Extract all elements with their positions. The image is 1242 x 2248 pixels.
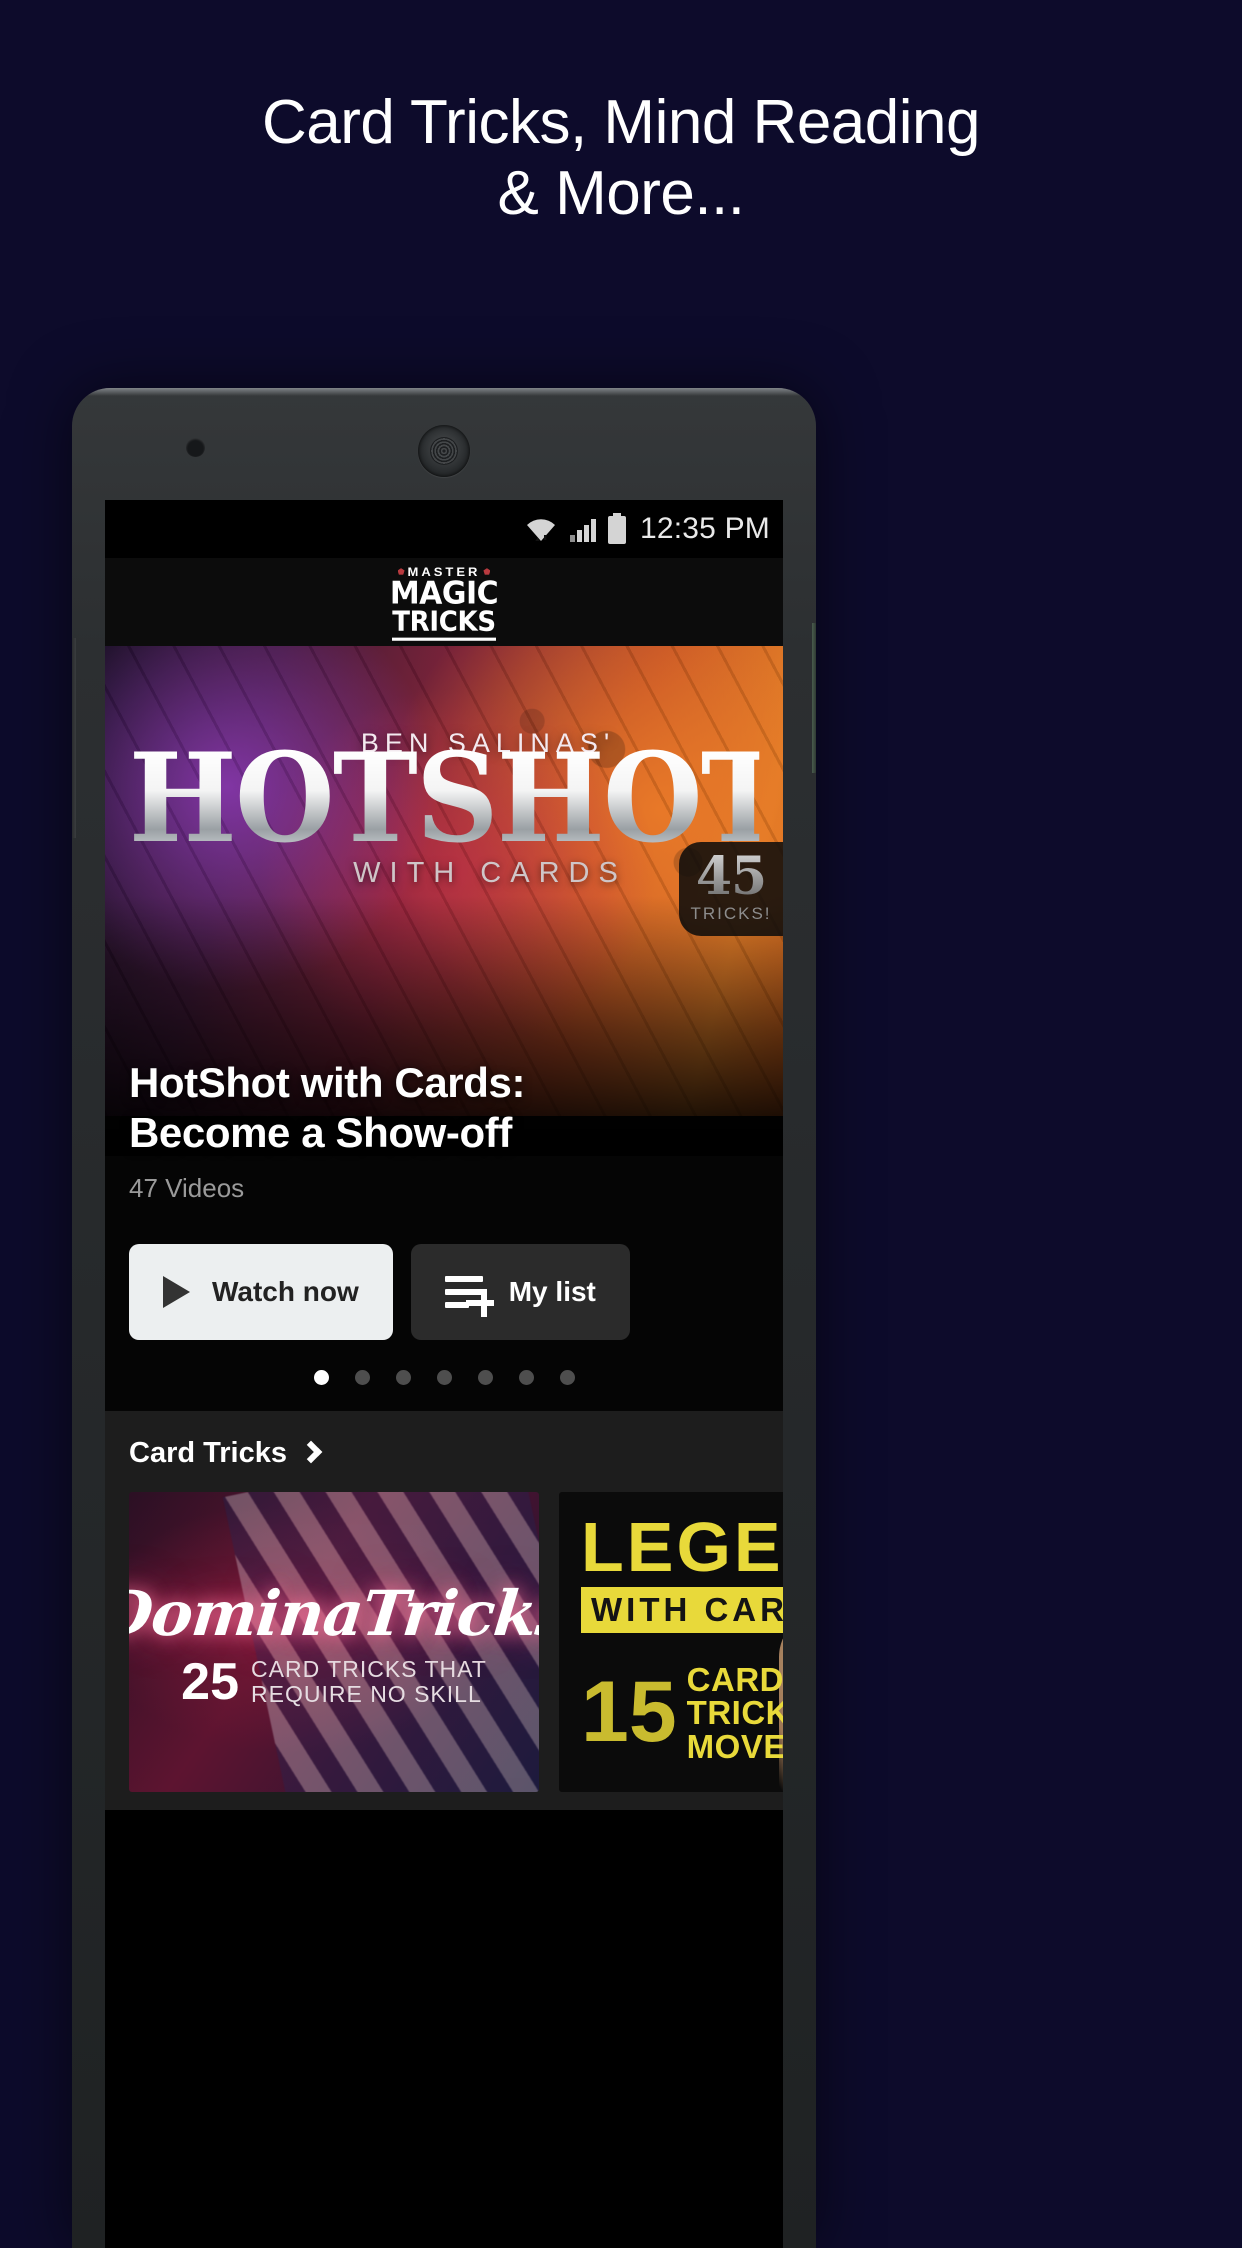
- hero-action-buttons: Watch now My list: [129, 1244, 759, 1341]
- promo-headline-line1: Card Tricks, Mind Reading: [262, 88, 981, 157]
- cellular-signal-icon: [568, 514, 598, 544]
- hero-banner[interactable]: BEN SALINAS' HOTSHOT WITH CARDS 45 TRICK…: [105, 646, 783, 1411]
- front-camera-icon: [186, 438, 205, 457]
- card-text-legend: LEGE WITH CARDS 15 CARD TRICK MOVES: [581, 1508, 783, 1765]
- spade-ornament-icon: [397, 567, 405, 575]
- hero-badge-count: 45: [695, 846, 767, 908]
- card-headline-word: LEGE: [581, 1508, 783, 1586]
- earpiece-speaker-icon: [418, 425, 470, 477]
- logo-magic-text: MAGIC: [389, 574, 499, 612]
- promo-headline: Card Tricks, Mind Reading & More...: [0, 88, 1242, 229]
- hero-badge-label: TRICKS!: [690, 903, 772, 923]
- hero-tricks-badge: 45 TRICKS!: [679, 842, 783, 936]
- card-tricks-section: Card Tricks DominaTricks 25 CARD TRICKS …: [105, 1411, 783, 1810]
- hero-info: HotShot with Cards: Become a Show-off 47…: [129, 1058, 759, 1341]
- device-right-button: [812, 623, 816, 773]
- card-subtitle-line1: CARD TRICKS THAT: [251, 1655, 487, 1682]
- card-text-dominatricks: DominaTricks 25 CARD TRICKS THAT REQUIRE…: [129, 1492, 539, 1792]
- battery-icon: [607, 513, 627, 545]
- status-bar-clock: 12:35 PM: [639, 512, 770, 545]
- phone-screen: 12:35 PM MASTER MAGIC TRICKS BEN SALINAS…: [105, 500, 783, 2248]
- carousel-dot-4[interactable]: [436, 1370, 452, 1385]
- section-header-card-tricks[interactable]: Card Tricks: [129, 1437, 759, 1470]
- card-tricks-carousel[interactable]: DominaTricks 25 CARD TRICKS THAT REQUIRE…: [129, 1492, 783, 1792]
- card-stack-line1: CARD: [686, 1660, 783, 1698]
- device-left-button: [72, 638, 76, 838]
- card-stack-line2: TRICK: [686, 1694, 783, 1732]
- card-band-label: WITH CARDS: [581, 1586, 783, 1633]
- chevron-right-icon: [299, 1440, 323, 1464]
- carousel-dots[interactable]: [105, 1370, 783, 1385]
- list-item[interactable]: LEGE WITH CARDS 15 CARD TRICK MOVES: [559, 1492, 783, 1792]
- card-bottom-group: 15 CARD TRICK MOVES: [581, 1660, 783, 1765]
- logo-tricks-text: TRICKS: [392, 608, 496, 641]
- spade-ornament-icon: [483, 567, 491, 575]
- carousel-dot-7[interactable]: [559, 1370, 575, 1385]
- card-number: 15: [581, 1664, 677, 1761]
- my-list-label: My list: [508, 1276, 596, 1308]
- carousel-dot-5[interactable]: [477, 1370, 493, 1385]
- wifi-icon: [523, 514, 559, 544]
- section-title: Card Tricks: [129, 1437, 287, 1469]
- promo-headline-line2: & More...: [497, 158, 745, 228]
- device-top-highlight: [72, 388, 816, 396]
- hero-title: HotShot with Cards: Become a Show-off: [129, 1059, 526, 1156]
- my-list-button[interactable]: My list: [410, 1244, 630, 1341]
- status-bar: 12:35 PM: [105, 500, 783, 558]
- card-subtitle-group: 25 CARD TRICKS THAT REQUIRE NO SKILL: [181, 1656, 487, 1708]
- card-subtitle-line2: REQUIRE NO SKILL: [251, 1680, 482, 1707]
- card-script-title: DominaTricks: [129, 1576, 539, 1650]
- play-icon: [163, 1276, 190, 1309]
- card-stack-lines: CARD TRICK MOVES: [686, 1660, 783, 1765]
- card-number: 25: [181, 1652, 240, 1711]
- app-bar: MASTER MAGIC TRICKS: [105, 558, 783, 646]
- card-subtitle-lines: CARD TRICKS THAT REQUIRE NO SKILL: [251, 1655, 487, 1707]
- playlist-add-icon: [444, 1276, 494, 1318]
- watch-now-label: Watch now: [212, 1276, 359, 1308]
- app-logo: MASTER MAGIC TRICKS: [389, 565, 499, 641]
- carousel-dot-3[interactable]: [395, 1370, 411, 1385]
- list-item[interactable]: DominaTricks 25 CARD TRICKS THAT REQUIRE…: [129, 1492, 539, 1792]
- card-stack-line3: MOVES: [686, 1727, 783, 1765]
- carousel-dot-2[interactable]: [354, 1370, 370, 1385]
- hero-video-count: 47 Videos: [129, 1173, 245, 1204]
- carousel-dot-6[interactable]: [518, 1370, 534, 1385]
- watch-now-button[interactable]: Watch now: [129, 1244, 393, 1341]
- carousel-dot-1[interactable]: [313, 1370, 329, 1385]
- phone-device-frame: 12:35 PM MASTER MAGIC TRICKS BEN SALINAS…: [72, 388, 816, 2248]
